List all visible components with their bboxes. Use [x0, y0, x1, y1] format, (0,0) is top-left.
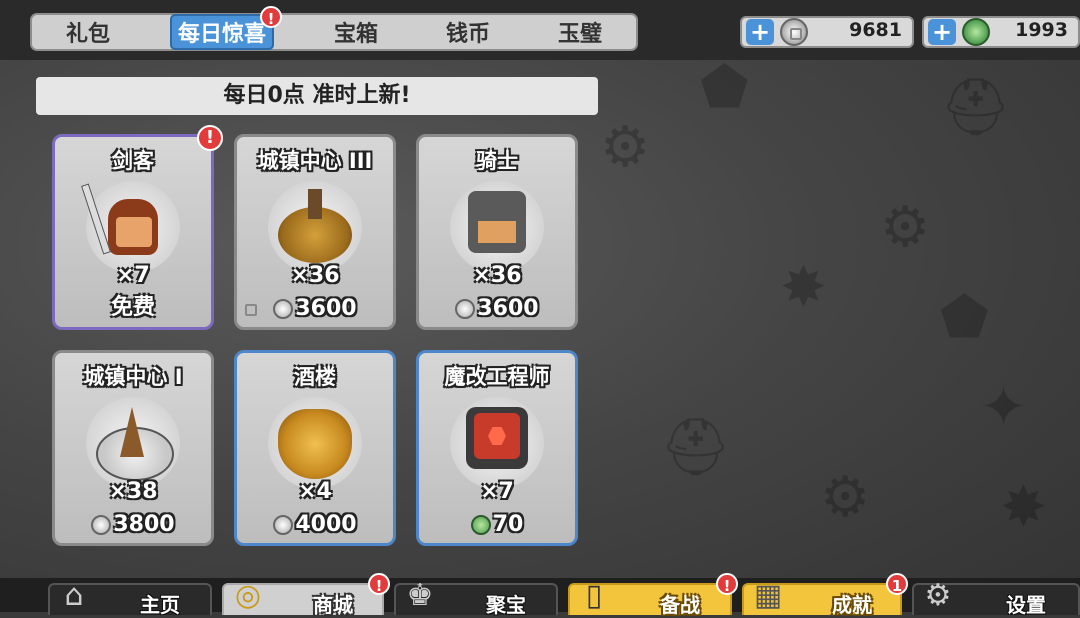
- jade-amount: 1993: [1015, 19, 1068, 41]
- silver-coin-icon: [273, 514, 294, 535]
- bottom-nav: ⌂ 主页 ◎ 商城 ! ♚ 聚宝 ▯ 备战 ! ▦ 成就 1 ⚙ 设置: [0, 573, 1080, 617]
- tab-coins[interactable]: 钱币: [438, 14, 498, 50]
- tab-chest[interactable]: 宝箱: [326, 14, 386, 50]
- silver-coin-icon: [91, 514, 112, 535]
- silver-currency: + 9681: [740, 16, 914, 48]
- card-quantity: ×7: [480, 479, 514, 504]
- card-quantity: ×38: [108, 479, 158, 504]
- tab-daily-surprise[interactable]: 每日惊喜 !: [169, 6, 282, 50]
- card-price: 4000: [237, 512, 393, 537]
- silver-coin-icon: [780, 18, 808, 46]
- alert-badge: 1: [886, 573, 908, 595]
- town-center-icon: [86, 397, 180, 489]
- cards-icon: ▯: [585, 578, 603, 613]
- shop-card-town-center-3[interactable]: 城镇中心 III ×36 3600: [234, 134, 396, 330]
- silver-coin-icon: [455, 298, 476, 319]
- bg-helmet-icon: ⛑: [940, 75, 1012, 140]
- silver-amount: 9681: [849, 19, 902, 41]
- alert-badge: !: [716, 573, 738, 595]
- bg-helmet-icon: ⛑: [660, 415, 732, 480]
- card-price: 免费: [110, 295, 155, 320]
- bg-star-icon: ✦: [980, 375, 1027, 440]
- bg-gear-icon: ⚙: [820, 465, 871, 530]
- card-title: 城镇中心 I: [83, 365, 183, 389]
- alert-badge: !: [368, 573, 390, 595]
- nav-settings[interactable]: ⚙ 设置: [912, 579, 1080, 617]
- treasure-icon: ♚: [406, 578, 434, 613]
- knight-portrait-icon: [450, 181, 544, 273]
- card-quantity: ×36: [472, 263, 522, 288]
- town-center-icon: [268, 181, 362, 273]
- nav-shop[interactable]: ◎ 商城 !: [222, 573, 390, 617]
- alert-badge: !: [197, 125, 223, 151]
- add-jade-button[interactable]: +: [928, 19, 956, 45]
- card-price: 3600: [419, 296, 575, 321]
- card-quantity: ×4: [298, 479, 332, 504]
- engineer-portrait-icon: [450, 397, 544, 489]
- card-price: 3600: [237, 296, 393, 321]
- card-price: 3800: [55, 512, 211, 537]
- bg-star-icon: ✸: [1000, 475, 1047, 540]
- bg-gear-icon: ⚙: [880, 195, 931, 260]
- card-title: 酒楼: [294, 365, 336, 389]
- shop-card-engineer[interactable]: 魔改工程师 ×7 70: [416, 350, 578, 546]
- refresh-banner: 每日0点 准时上新!: [36, 77, 598, 115]
- card-title: 魔改工程师: [444, 365, 550, 389]
- bg-star-icon: ✸: [780, 255, 827, 320]
- alert-badge: !: [260, 6, 282, 28]
- nav-treasure[interactable]: ♚ 聚宝: [394, 579, 558, 617]
- add-silver-button[interactable]: +: [746, 19, 774, 45]
- nav-achievement[interactable]: ▦ 成就 1: [742, 573, 908, 617]
- card-price: 70: [419, 512, 575, 537]
- shop-icon: ◎: [234, 578, 262, 613]
- top-bar: 礼包 每日惊喜 ! 宝箱 钱币 玉璧 + 9681 + 1993: [0, 0, 1080, 60]
- shop-card-swordsman[interactable]: 剑客 ×7 免费 !: [52, 125, 223, 330]
- jade-icon: [470, 514, 491, 535]
- bg-shield-icon: ⬟: [700, 55, 749, 120]
- jade-currency: + 1993: [922, 16, 1080, 48]
- silver-coin-icon: [273, 298, 294, 319]
- tab-gift-pack[interactable]: 礼包: [58, 14, 118, 50]
- nav-home[interactable]: ⌂ 主页: [48, 579, 212, 617]
- card-title: 骑士: [476, 149, 518, 173]
- tavern-icon: [268, 397, 362, 489]
- home-icon: ⌂: [64, 578, 84, 613]
- jade-icon: [962, 18, 990, 46]
- bg-shield-icon: ⬟: [940, 285, 989, 350]
- nav-prepare[interactable]: ▯ 备战 !: [568, 573, 738, 617]
- bg-gear-icon: ⚙: [600, 115, 651, 180]
- settings-icon: ⚙: [924, 578, 952, 613]
- shop-card-town-center-1[interactable]: 城镇中心 I ×38 3800: [52, 350, 214, 546]
- card-title: 城镇中心 III: [257, 149, 373, 173]
- card-quantity: ×36: [290, 263, 340, 288]
- tab-jade[interactable]: 玉璧: [550, 14, 610, 50]
- card-quantity: ×7: [116, 263, 150, 288]
- swordsman-portrait-icon: [81, 181, 180, 273]
- card-title: 剑客: [112, 149, 154, 173]
- shop-card-knight[interactable]: 骑士 ×36 3600: [416, 134, 578, 330]
- achievement-icon: ▦: [753, 578, 783, 613]
- tab-bar: 礼包 每日惊喜 ! 宝箱 钱币 玉璧: [30, 6, 638, 51]
- shop-card-tavern[interactable]: 酒楼 ×4 4000: [234, 350, 396, 546]
